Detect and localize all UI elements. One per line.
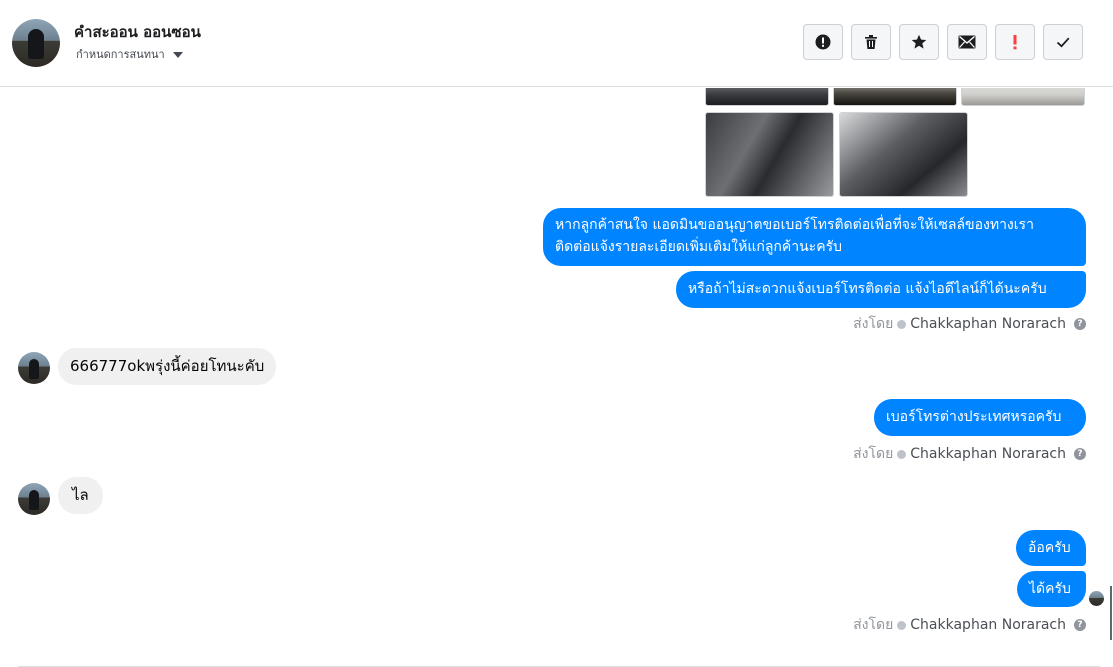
car-interior-photo[interactable] (705, 88, 829, 106)
conversation-settings-dropdown[interactable]: กำหนดการสนทนา (76, 45, 183, 63)
envelope-icon (958, 35, 976, 49)
checkmark-icon (1056, 37, 1070, 48)
help-icon[interactable]: ? (1074, 318, 1086, 330)
sender-name[interactable]: Chakkaphan Norarach (910, 617, 1066, 633)
mark-unread-button[interactable] (947, 24, 987, 60)
contact-avatar[interactable] (12, 19, 60, 67)
star-button[interactable] (899, 24, 939, 60)
exclamation-icon (1013, 35, 1017, 50)
conversation-settings-label: กำหนดการสนทนา (76, 48, 165, 61)
check-icon (897, 319, 907, 329)
contact-avatar[interactable] (18, 483, 50, 515)
car-door-photo[interactable] (705, 112, 834, 197)
car-exterior-photo[interactable] (961, 88, 1085, 106)
message-thread[interactable]: หากลูกค้าสนใจ แอดมินขออนุญาตขอเบอร์โทรติ… (0, 88, 1113, 667)
contact-name[interactable]: คำสะออน ออนซอน (74, 20, 201, 44)
sender-name[interactable]: Chakkaphan Norarach (910, 316, 1066, 332)
outgoing-message[interactable]: หากลูกค้าสนใจ แอดมินขออนุญาตขอเบอร์โทรติ… (543, 208, 1086, 266)
sent-by-line: ส่งโดย Chakkaphan Norarach ? (853, 614, 1086, 636)
delete-button[interactable] (851, 24, 891, 60)
contact-avatar[interactable] (18, 352, 50, 384)
done-button[interactable] (1043, 24, 1083, 60)
seen-avatar (1089, 591, 1104, 606)
caret-down-icon (172, 52, 183, 58)
check-icon (897, 449, 907, 459)
outgoing-message[interactable]: เบอร์โทรต่างประเทศหรอครับ (874, 399, 1086, 436)
sent-by-label: ส่งโดย (853, 446, 894, 462)
message-text: หรือถ้าไม่สะดวกแจ้งเบอร์โทรติดต่อ แจ้งไอ… (688, 281, 1047, 297)
sent-by-label: ส่งโดย (853, 617, 894, 633)
sent-by-line: ส่งโดย Chakkaphan Norarach ? (853, 443, 1086, 465)
message-text: เบอร์โทรต่างประเทศหรอครับ (886, 409, 1062, 425)
scrollbar-thumb[interactable] (1110, 586, 1112, 640)
report-button[interactable] (803, 24, 843, 60)
outgoing-message[interactable]: อ้อครับ (1016, 530, 1086, 566)
help-icon[interactable]: ? (1074, 448, 1086, 460)
outgoing-message[interactable]: ได้ครับ (1017, 571, 1086, 607)
incoming-message[interactable]: ไล (58, 477, 103, 514)
important-button[interactable] (995, 24, 1035, 60)
star-icon (911, 34, 927, 49)
message-text: อ้อครับ (1028, 540, 1071, 556)
message-text: หากลูกค้าสนใจ แอดมินขออนุญาตขอเบอร์โทรติ… (555, 217, 1034, 233)
sent-by-label: ส่งโดย (853, 316, 894, 332)
message-text: ไล (72, 486, 89, 504)
sender-name[interactable]: Chakkaphan Norarach (910, 446, 1066, 462)
car-interior-photo[interactable] (833, 88, 957, 106)
car-seat-photo[interactable] (839, 112, 968, 197)
help-icon[interactable]: ? (1074, 619, 1086, 631)
trash-icon (865, 35, 877, 49)
message-text: ติดต่อแจ้งรายละเอียดเพิ่มเติมให้แก่ลูกค้… (555, 239, 842, 255)
check-icon (897, 620, 907, 630)
conversation-header: คำสะออน ออนซอน กำหนดการสนทนา (0, 0, 1113, 87)
incoming-message[interactable]: 666777okพรุ่งนี้ค่อยโทนะคับ (58, 348, 277, 385)
message-text: 666777okพรุ่งนี้ค่อยโทนะคับ (70, 357, 265, 375)
alert-circle-icon (815, 34, 831, 50)
message-text: ได้ครับ (1029, 581, 1071, 597)
outgoing-message[interactable]: หรือถ้าไม่สะดวกแจ้งเบอร์โทรติดต่อ แจ้งไอ… (676, 271, 1086, 308)
sent-by-line: ส่งโดย Chakkaphan Norarach ? (853, 313, 1086, 335)
